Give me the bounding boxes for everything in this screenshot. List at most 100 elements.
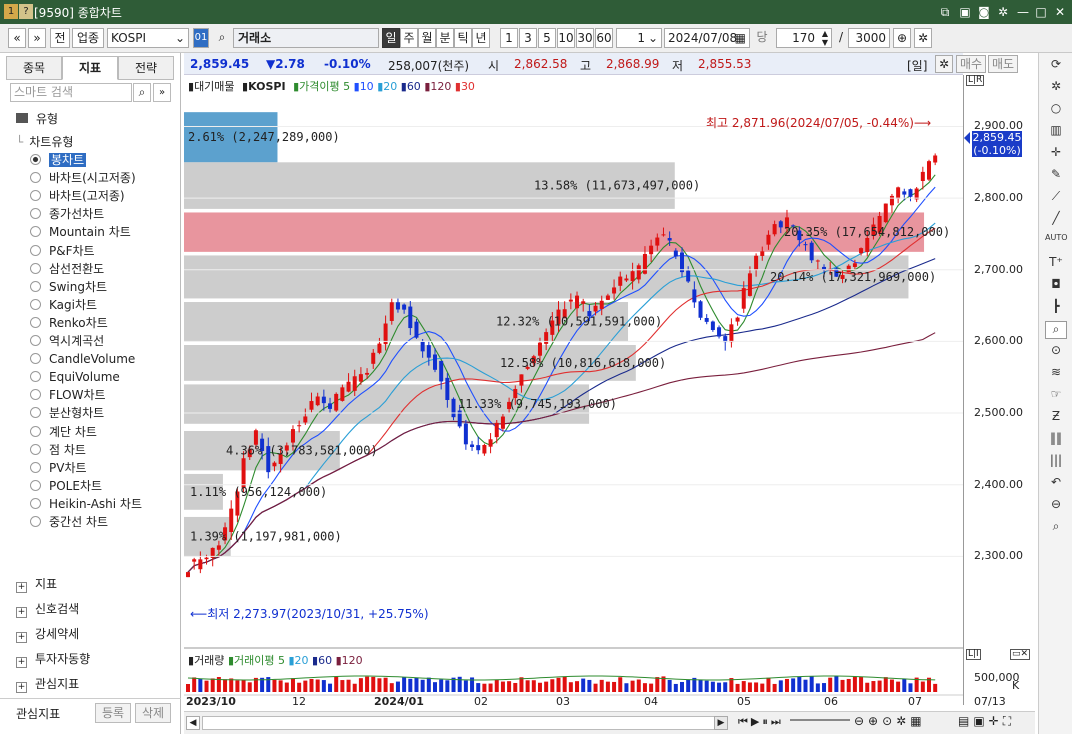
cursor-icon[interactable]: ☞ (1045, 387, 1067, 405)
indicator-group-item[interactable]: + 신호검색 (16, 598, 79, 620)
interval-3[interactable]: 10 (557, 28, 575, 48)
chart-type-item[interactable]: Swing차트 (30, 278, 107, 296)
layout-buttons[interactable]: ▤▣✛⛶ (958, 714, 1015, 729)
auto-icon[interactable]: AUTO (1045, 233, 1068, 251)
price-chart[interactable]: 2.61% (2,247,289,000) 13.58% (11,673,497,… (184, 75, 963, 708)
chart-type-item[interactable]: 역시계곡선 (30, 332, 104, 350)
settings-icon[interactable]: ✲ (994, 3, 1012, 21)
collapse-icon[interactable]: » (153, 83, 171, 102)
lasso-icon[interactable]: ⊖ (1045, 497, 1067, 515)
chart-type-item[interactable]: 바차트(고저종) (30, 187, 125, 205)
tab-stock[interactable]: 종목 (6, 56, 62, 80)
chart-type-item[interactable]: EquiVolume (30, 368, 120, 386)
text-icon[interactable]: T⁺ (1045, 255, 1067, 273)
radio-icon[interactable] (30, 154, 41, 165)
radio-icon[interactable] (30, 497, 41, 509)
chart-type-item[interactable]: 점 차트 (30, 441, 86, 459)
chart-type-item[interactable]: 삼선전환도 (30, 260, 104, 278)
exchange-field[interactable]: 거래소 (233, 28, 379, 48)
price-axis[interactable]: L|R 2,900.00 2,800.00 2,700.00 2,600.00 2,50… (963, 75, 1035, 708)
gear-icon[interactable]: ✲ (1045, 79, 1067, 97)
period-5[interactable]: 년 (472, 28, 490, 48)
expand-icon[interactable]: + (16, 632, 27, 643)
chart-type-item[interactable]: Mountain 차트 (30, 223, 131, 241)
radio-icon[interactable] (30, 190, 41, 202)
candle-icon[interactable]: ┣ (1045, 299, 1067, 317)
axis-lr-icon[interactable]: L|R (966, 75, 985, 86)
prev-button[interactable]: « (8, 28, 26, 48)
line-icon[interactable]: ⟋ (1045, 189, 1067, 207)
radio-icon[interactable] (30, 461, 41, 473)
buy-button[interactable]: 매수 (956, 55, 986, 73)
smart-search-input[interactable]: 스마트 검색 (10, 83, 132, 102)
period-lines-icon[interactable]: ‖‖ (1045, 431, 1067, 449)
date-field[interactable]: 2024/07/08 ▦ (664, 28, 750, 48)
magnet-icon[interactable]: ⊙ (1045, 343, 1067, 361)
close-icon[interactable]: ✕ (1051, 3, 1069, 21)
search-icon[interactable]: ⌕ (133, 83, 151, 102)
refresh-icon[interactable]: ⟳ (1045, 57, 1067, 75)
indicator-group-item[interactable]: + 투자자동향 (16, 648, 90, 670)
undo-icon[interactable]: ↶ (1045, 475, 1067, 493)
radio-icon[interactable] (30, 371, 41, 383)
playback-controls[interactable]: ⏮▶⏸⏭ (738, 715, 784, 729)
chart-type-item[interactable]: CandleVolume (30, 350, 135, 368)
max-field[interactable]: 3000 (848, 28, 890, 48)
chart-settings-icon[interactable]: ✲ (935, 55, 953, 73)
jeon-button[interactable]: 전 (50, 28, 70, 48)
scroll-left-icon[interactable]: ◀ (186, 716, 200, 730)
code-badge[interactable]: 01 (193, 28, 209, 48)
radio-icon[interactable] (30, 353, 41, 365)
radio-icon[interactable] (30, 389, 41, 401)
period-4[interactable]: 틱 (454, 28, 472, 48)
radio-icon[interactable] (30, 226, 41, 238)
radio-icon[interactable] (30, 244, 41, 256)
expand-icon[interactable]: + (16, 582, 27, 593)
zoom-slider[interactable] (790, 719, 850, 721)
count-field[interactable]: 170 ▲ ▼ (776, 28, 832, 48)
radio-icon[interactable] (30, 516, 41, 527)
buy-signal-icon[interactable]: ◘ (1045, 277, 1067, 295)
radio-icon[interactable] (30, 443, 41, 455)
magnifier-icon[interactable]: ⌕ (1045, 519, 1067, 537)
circle-icon[interactable]: ○ (1045, 101, 1067, 119)
indicator-group-item[interactable]: + 지표 (16, 573, 57, 595)
chart-type-item[interactable]: PV차트 (30, 459, 87, 477)
radio-icon[interactable] (30, 335, 41, 346)
register-button[interactable]: 등록 (95, 703, 131, 723)
upjong-button[interactable]: 업종 (72, 28, 104, 48)
chart-type-item[interactable]: Heikin-Ashi 차트 (30, 495, 142, 513)
pane-restore-icon[interactable]: ▭✕ (1010, 649, 1031, 660)
expand-icon[interactable]: + (16, 682, 27, 693)
zoom-icon[interactable]: ⊕ (893, 28, 911, 48)
chart-type-item[interactable]: 종가선차트 (30, 205, 104, 223)
period-1[interactable]: 주 (400, 28, 418, 48)
radio-icon[interactable] (30, 280, 41, 292)
subcategory-charttype[interactable]: └ 차트유형 (16, 133, 73, 150)
grid-lines-icon[interactable]: ||| (1045, 453, 1067, 471)
chart-type-item[interactable]: Kagi차트 (30, 296, 97, 314)
interval-0[interactable]: 1 (500, 28, 518, 48)
radio-icon[interactable] (30, 316, 41, 328)
radio-icon[interactable] (30, 298, 41, 310)
period-0[interactable]: 일 (382, 28, 400, 48)
search-icon[interactable]: ⌕ (213, 28, 231, 48)
chart-type-item[interactable]: POLE차트 (30, 477, 102, 495)
radio-icon[interactable] (30, 262, 41, 274)
zigzag-icon[interactable]: Ƶ (1045, 409, 1067, 427)
interval-5[interactable]: 60 (595, 28, 613, 48)
indicator-group-item[interactable]: + 강세약세 (16, 623, 79, 645)
radio-icon[interactable] (30, 479, 41, 491)
chart-type-item[interactable]: FLOW차트 (30, 386, 106, 404)
volume-axis-icon[interactable]: L|I (966, 649, 981, 660)
next-button[interactable]: » (28, 28, 46, 48)
zoom-select-icon[interactable]: ⌕ (1045, 321, 1067, 339)
chart-type-item[interactable]: 계단 차트 (30, 423, 97, 441)
chart-type-item[interactable]: 바차트(시고저종) (30, 169, 136, 187)
zoom-buttons[interactable]: ⊖⊕⊙✲▦ (854, 714, 926, 728)
interval-1[interactable]: 3 (519, 28, 537, 48)
tab-strategy[interactable]: 전략 (118, 56, 174, 80)
window-save-icon[interactable]: ▣ (956, 3, 974, 21)
window-split-icon[interactable]: ⧉ (936, 3, 954, 21)
chart-type-item[interactable]: 중간선 차트 (30, 513, 108, 531)
